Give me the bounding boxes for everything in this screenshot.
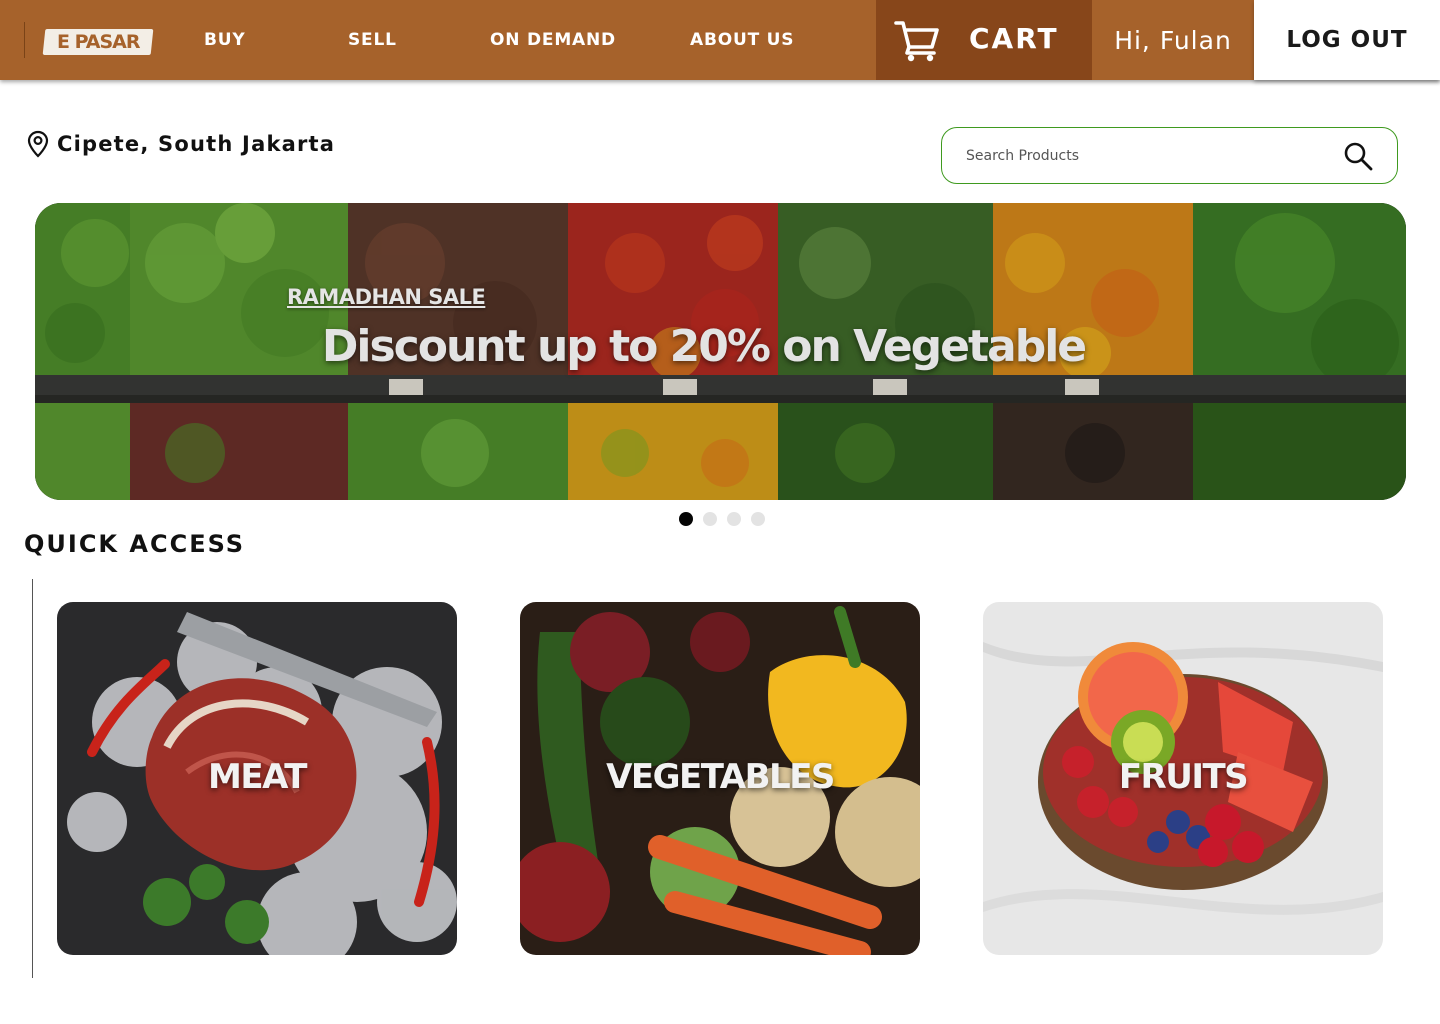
user-greeting: Hi, Fulan (1114, 25, 1232, 55)
delivery-location[interactable]: Cipete, South Jakarta (26, 128, 335, 160)
nav-link-buy[interactable]: BUY (204, 28, 245, 52)
category-tile-fruits[interactable]: FRUITS (983, 602, 1383, 955)
cart-icon (894, 21, 939, 62)
category-label-fruits: FRUITS (1118, 757, 1249, 797)
promo-banner[interactable]: RAMADHAN SALE Discount up to 20% on Vege… (35, 203, 1406, 500)
banner-headline: Discount up to 20% on Vegetable (35, 321, 1406, 372)
quick-access-divider (32, 579, 33, 978)
category-tile-vegetables[interactable]: VEGETABLES (520, 602, 920, 955)
top-navbar: E PASAR BUY SELL ON DEMAND ABOUT US CART… (0, 0, 1440, 80)
quick-access-title: QUICK ACCESS (24, 530, 246, 558)
carousel-dots (679, 512, 765, 526)
map-pin-icon (27, 130, 49, 158)
cart-button[interactable]: CART (876, 0, 1092, 80)
category-label-vegetables: VEGETABLES (606, 757, 835, 797)
nav-link-sell[interactable]: SELL (348, 28, 397, 52)
search-bar (941, 127, 1398, 184)
banner-headline-text: Discount up to 20% on Vegetable (321, 321, 1087, 372)
banner-kicker: RAMADHAN SALE (287, 285, 486, 309)
nav-divider (24, 22, 25, 58)
nav-link-on-demand[interactable]: ON DEMAND (490, 28, 616, 52)
carousel-dot-3[interactable] (727, 512, 741, 526)
carousel-dot-4[interactable] (751, 512, 765, 526)
carousel-dot-1[interactable] (679, 512, 693, 526)
brand-logo-text: E PASAR (56, 31, 140, 53)
cart-label: CART (969, 22, 1059, 55)
location-label: Cipete, South Jakarta (57, 132, 336, 156)
nav-link-about-us[interactable]: ABOUT US (690, 28, 794, 52)
search-input[interactable] (966, 142, 1336, 170)
carousel-dot-2[interactable] (703, 512, 717, 526)
search-icon[interactable] (1342, 140, 1374, 172)
brand-logo[interactable]: E PASAR (42, 29, 154, 55)
logout-button[interactable]: LOG OUT (1254, 0, 1440, 80)
category-label-meat: MEAT (208, 757, 307, 797)
category-tile-meat[interactable]: MEAT (57, 602, 457, 955)
